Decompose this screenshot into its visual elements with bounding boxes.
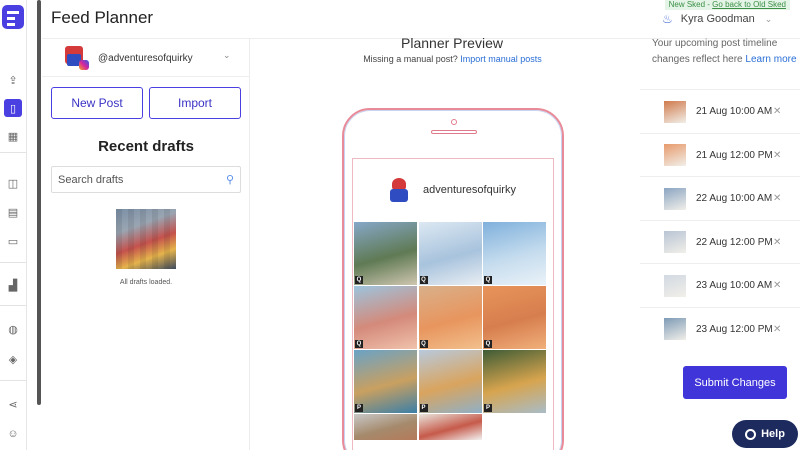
grid-post-tile[interactable]: Q [418,222,482,285]
account-handle: @adventuresofquirky [98,52,193,64]
user-name: Kyra Goodman [680,13,755,25]
app-window: ⇪ ▯ ▦ ◫ ▤ ▭ ▟ ◍ ◈ ⋖ ☺ Feed Planner New S… [0,0,800,450]
timeline-item[interactable]: 21 Aug 12:00 PM ✕ [640,132,800,177]
post-type-badge: Q [484,276,492,284]
chevron-down-icon: ⌄ [223,50,231,60]
user-menu[interactable]: ♨ Kyra Goodman ⌄ [662,12,772,26]
learn-more-link[interactable]: Learn more [745,54,796,65]
banner-prefix: New Sked - [668,0,713,9]
search-icon: ⚲ [225,174,234,186]
timeline-date: 21 Aug 12:00 PM [696,149,773,161]
timeline-item[interactable]: 22 Aug 12:00 PM ✕ [640,219,800,264]
timeline-item[interactable]: 23 Aug 10:00 AM ✕ [640,263,800,307]
remove-icon[interactable]: ✕ [773,280,781,291]
draft-thumbnail[interactable] [116,209,176,269]
sked-logo-icon[interactable] [2,5,24,29]
post-type-badge: Q [484,340,492,348]
drafts-loaded-text: All drafts loaded. [119,279,173,286]
camera-icon [451,119,457,125]
profile-avatar [388,178,412,202]
grid-post-tile[interactable]: P [418,350,482,413]
timeline-item[interactable]: 22 Aug 10:00 AM ✕ [640,176,800,220]
timeline-date: 22 Aug 10:00 AM [696,193,773,204]
profile-name: adventuresofquirky [423,184,516,196]
nav-rail: ⇪ ▯ ▦ ◫ ▤ ▭ ▟ ◍ ◈ ⋖ ☺ [0,0,27,450]
old-sked-link[interactable]: Go back to Old Sked [712,0,786,9]
grid-post-tile[interactable]: Q [483,222,546,285]
phone-icon[interactable]: ▯ [4,99,22,117]
instagram-icon [79,60,89,70]
remove-icon[interactable]: ✕ [773,150,781,161]
timeline-date: 23 Aug 10:00 AM [696,280,773,291]
file-icon[interactable]: ▤ [4,203,22,221]
timeline-thumbnail [664,100,686,123]
import-manual-posts-link[interactable]: Import manual posts [460,54,542,64]
upload-icon[interactable]: ⇪ [4,71,22,89]
account-selector[interactable]: @adventuresofquirky ⌄ [65,46,231,70]
timeline-date: 22 Aug 12:00 PM [696,236,773,248]
analytics-icon[interactable]: ▟ [4,276,22,294]
new-sked-banner: New Sked - Go back to Old Sked [664,0,790,10]
timeline-date: 21 Aug 10:00 AM [696,106,773,117]
grid-post-tile[interactable]: P [354,350,417,413]
help-button[interactable]: Help [732,420,798,448]
timeline-info: Your upcoming post timeline changes refl… [652,38,797,65]
remove-icon[interactable]: ✕ [773,106,781,117]
timeline-date: 23 Aug 12:00 PM [696,323,773,335]
missing-post-text: Missing a manual post? Import manual pos… [363,54,542,64]
import-button[interactable]: Import [149,87,241,119]
planner-preview-heading: Planner Preview [401,35,503,51]
timeline-item[interactable]: 21 Aug 10:00 AM ✕ [640,89,800,133]
submit-changes-button[interactable]: Submit Changes [683,366,787,399]
timeline-thumbnail [664,144,686,166]
layers-icon[interactable]: ◈ [4,350,22,368]
grid-post-tile[interactable] [418,414,482,440]
chevron-down-icon: ⌄ [764,13,773,24]
timeline-thumbnail [664,274,686,297]
share-icon[interactable]: ⋖ [4,395,22,413]
grid-post-tile[interactable]: Q [418,286,482,349]
chat-icon [745,428,757,440]
grid-post-tile[interactable] [354,414,417,440]
grid-post-tile[interactable]: Q [483,286,546,349]
timeline-thumbnail [664,231,686,253]
new-post-button[interactable]: New Post [51,87,143,119]
search-placeholder: Search drafts [58,173,124,186]
user-icon[interactable]: ☺ [4,425,22,443]
page-title: Feed Planner [51,8,154,27]
flame-icon: ♨ [662,12,673,26]
speaker-icon [431,130,477,134]
remove-icon[interactable]: ✕ [773,193,781,204]
post-type-badge: Q [355,276,363,284]
post-grid: Q Q Q Q Q Q P P P [354,222,546,450]
calendar-icon[interactable]: ▦ [4,127,22,145]
timeline-thumbnail [664,318,686,340]
search-drafts-input[interactable]: Search drafts ⚲ [51,166,241,193]
grid-post-tile[interactable]: Q [354,222,417,285]
post-type-badge: P [419,404,428,412]
post-type-badge: Q [419,276,428,284]
post-type-badge: P [355,404,363,412]
inbox-icon[interactable]: ◫ [4,174,22,192]
profile-header: adventuresofquirky [388,178,516,202]
timeline-thumbnail [664,187,686,210]
grid-post-tile[interactable]: P [483,350,546,413]
recent-drafts-heading: Recent drafts [98,138,194,155]
post-type-badge: Q [355,340,363,348]
timeline-item[interactable]: 23 Aug 12:00 PM ✕ [640,306,800,351]
post-type-badge: P [484,404,492,412]
remove-icon[interactable]: ✕ [773,237,781,248]
account-avatar [65,46,89,70]
tray-icon[interactable]: ▭ [4,232,22,250]
post-type-badge: Q [419,340,428,348]
grid-post-tile[interactable]: Q [354,286,417,349]
remove-icon[interactable]: ✕ [773,324,781,335]
palette-icon[interactable]: ◍ [4,320,22,338]
scrollbar[interactable] [37,0,41,405]
